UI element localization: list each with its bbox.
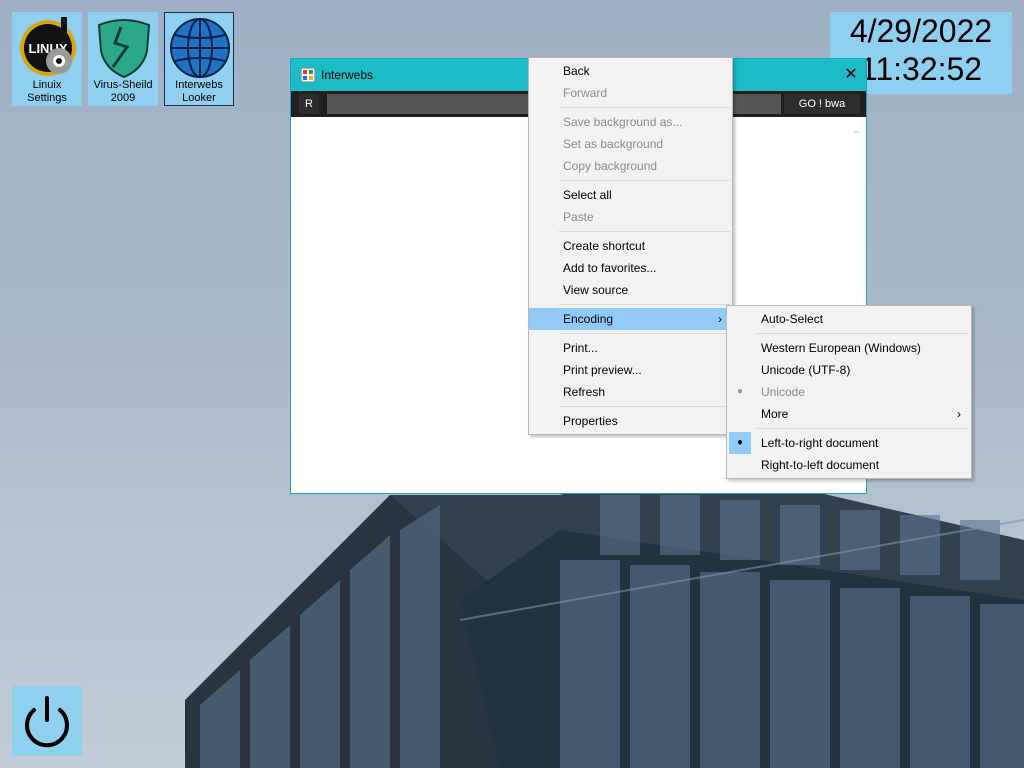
menu-item-label: Unicode [761, 385, 806, 399]
chevron-right-icon: › [718, 312, 722, 326]
context-menu: Back Forward Save background as... Set a… [528, 57, 733, 435]
menu-item-label: Forward [563, 86, 608, 100]
menu-item-select-all[interactable]: Select all [529, 184, 732, 206]
menu-item-unicode[interactable]: ● Unicode [727, 381, 971, 403]
icon-label-line1: Virus-Sheild [93, 79, 153, 91]
menu-item-label: Unicode (UTF-8) [761, 363, 851, 377]
menu-item-label: Western European (Windows) [761, 341, 921, 355]
menu-item-label: Paste [563, 210, 594, 224]
menu-item-label: Save background as... [563, 115, 683, 129]
menu-separator [559, 180, 730, 181]
menu-item-back[interactable]: Back [529, 60, 732, 82]
menu-item-label: Refresh [563, 385, 606, 399]
menu-item-label: Left-to-right document [761, 436, 879, 450]
menu-item-properties[interactable]: Properties [529, 410, 732, 432]
icon-label-line2: 2009 [110, 92, 136, 104]
power-button[interactable] [12, 686, 82, 756]
menu-separator [559, 304, 730, 305]
go-button[interactable]: GO ! bwa [784, 94, 860, 114]
menu-item-right-to-left[interactable]: Right-to-left document [727, 454, 971, 476]
menu-item-label: More [761, 407, 789, 421]
radio-bullet-icon: ● [736, 386, 744, 397]
menu-item-label: View source [563, 283, 629, 297]
menu-separator [559, 107, 730, 108]
globe-icon [170, 18, 230, 78]
radio-bullet-icon: ● [729, 432, 751, 454]
desktop-icon-linuix-settings[interactable]: LINUX Linuix Settings [12, 12, 82, 106]
menu-item-auto-select[interactable]: Auto-Select [727, 308, 971, 330]
close-button[interactable]: ✕ [836, 59, 866, 91]
menu-item-left-to-right[interactable]: ● Left-to-right document [727, 432, 971, 454]
menu-item-print[interactable]: Print... [529, 337, 732, 359]
encoding-submenu: Auto-Select Western European (Windows) U… [726, 305, 972, 479]
menu-item-unicode-utf8[interactable]: Unicode (UTF-8) [727, 359, 971, 381]
menu-separator [559, 406, 730, 407]
menu-item-label: Right-to-left document [761, 458, 880, 472]
clock-date: 4/29/2022 [849, 13, 993, 49]
desktop-icon-label: Virus-Sheild 2009 [89, 79, 157, 105]
menu-item-label: Properties [563, 414, 618, 428]
power-icon [25, 696, 69, 748]
icon-label-line1: Linuix [32, 79, 62, 91]
icon-label-line1: Interwebs [175, 79, 223, 91]
menu-item-western-european[interactable]: Western European (Windows) [727, 337, 971, 359]
chevron-right-icon: › [957, 407, 961, 421]
menu-item-copy-background[interactable]: Copy background [529, 155, 732, 177]
refresh-button[interactable]: R [299, 94, 319, 114]
scroll-up-arrow-icon[interactable]: ⌃ [850, 129, 862, 141]
menu-separator [559, 231, 730, 232]
menu-item-refresh[interactable]: Refresh [529, 381, 732, 403]
linux-settings-icon: LINUX [20, 17, 76, 76]
menu-item-view-source[interactable]: View source [529, 279, 732, 301]
menu-item-label: Copy background [563, 159, 658, 173]
icon-label-line2: Settings [27, 92, 67, 104]
menu-item-save-background[interactable]: Save background as... [529, 111, 732, 133]
menu-item-label: Print preview... [563, 363, 642, 377]
menu-item-paste[interactable]: Paste [529, 206, 732, 228]
menu-separator [757, 428, 969, 429]
menu-item-encoding[interactable]: Encoding › [529, 308, 732, 330]
menu-separator [559, 333, 730, 334]
app-icon [301, 68, 315, 82]
menu-item-add-to-favorites[interactable]: Add to favorites... [529, 257, 732, 279]
icon-label-line2: Looker [182, 92, 216, 104]
window-title: Interwebs [321, 68, 374, 82]
menu-item-label: Set as background [563, 137, 664, 151]
desktop-icon-label: Linuix Settings [13, 79, 81, 105]
menu-item-label: Back [563, 64, 590, 78]
menu-item-create-shortcut[interactable]: Create shortcut [529, 235, 732, 257]
menu-item-label: Create shortcut [563, 239, 646, 253]
menu-item-label: Encoding [563, 312, 614, 326]
menu-item-label: Print... [563, 341, 598, 355]
menu-item-print-preview[interactable]: Print preview... [529, 359, 732, 381]
menu-separator [757, 333, 969, 334]
menu-item-forward[interactable]: Forward [529, 82, 732, 104]
desktop-icon-interwebs-looker[interactable]: Interwebs Looker [164, 12, 234, 106]
menu-item-more[interactable]: More › [727, 403, 971, 425]
shield-icon [97, 19, 151, 79]
desktop-icon-label: Interwebs Looker [165, 79, 233, 105]
menu-item-label: Select all [563, 188, 612, 202]
menu-item-label: Auto-Select [761, 312, 824, 326]
menu-item-label: Add to favorites... [563, 261, 657, 275]
menu-item-set-as-background[interactable]: Set as background [529, 133, 732, 155]
desktop-icon-virus-sheild[interactable]: Virus-Sheild 2009 [88, 12, 158, 106]
